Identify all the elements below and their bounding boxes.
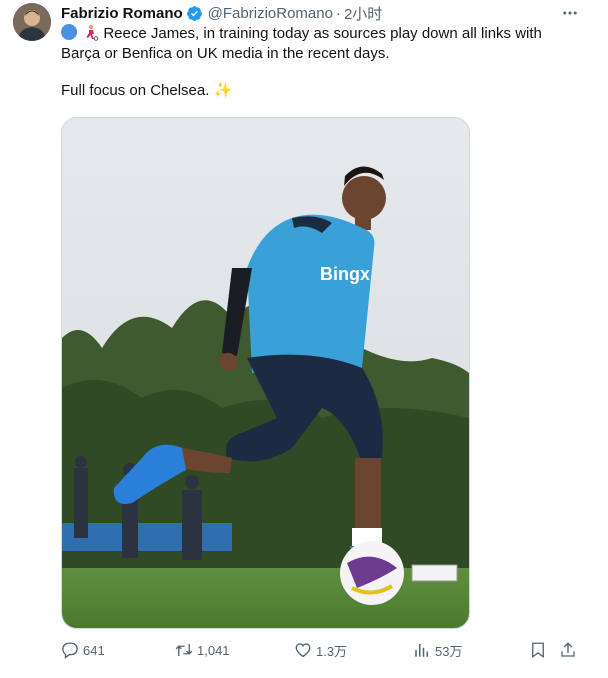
blue-circle-emoji-icon xyxy=(61,24,77,40)
verified-badge-icon xyxy=(186,5,203,22)
reply-button[interactable]: 641 xyxy=(61,638,105,662)
like-count: 1.3万 xyxy=(316,643,348,659)
share-icon xyxy=(561,642,575,657)
bookmark-button[interactable] xyxy=(529,638,547,662)
views-count: 53万 xyxy=(435,643,463,659)
avatar[interactable] xyxy=(13,3,51,41)
reply-count: 641 xyxy=(83,642,105,658)
tweet-text: Reece James, in training today as source… xyxy=(61,24,581,101)
repost-button[interactable]: 1,041 xyxy=(175,638,230,662)
bookmark-icon xyxy=(532,642,544,659)
tweet-text-line-2: Barça or Benfica on UK media in the rece… xyxy=(61,45,390,62)
tweet-image[interactable]: Bingx xyxy=(61,117,470,629)
tweet-text-line-1: Reece James, in training today as source… xyxy=(61,24,581,44)
repost-count: 1,041 xyxy=(197,642,230,658)
like-button[interactable]: 1.3万 xyxy=(294,638,347,662)
author-handle[interactable]: @FabrizioRomano xyxy=(208,5,333,22)
tweet-actions: 641 1,041 1.3万 53万 xyxy=(61,638,581,662)
separator-dot: · xyxy=(335,4,341,22)
timestamp[interactable]: 2小时 xyxy=(344,3,382,24)
like-icon xyxy=(295,643,311,658)
tweet-header: Fabrizio Romano @FabrizioRomano · 2小时 xyxy=(61,3,382,23)
views-icon xyxy=(415,644,428,657)
share-button[interactable] xyxy=(559,638,577,662)
author-name[interactable]: Fabrizio Romano xyxy=(61,5,183,22)
repost-icon xyxy=(175,644,193,656)
shirt-text: Bingx xyxy=(320,264,370,284)
views-button[interactable]: 53万 xyxy=(413,638,462,662)
reply-icon xyxy=(62,642,78,659)
more-icon[interactable] xyxy=(559,3,581,23)
tweet-text-line-3: Full focus on Chelsea. ✨ xyxy=(61,82,233,99)
